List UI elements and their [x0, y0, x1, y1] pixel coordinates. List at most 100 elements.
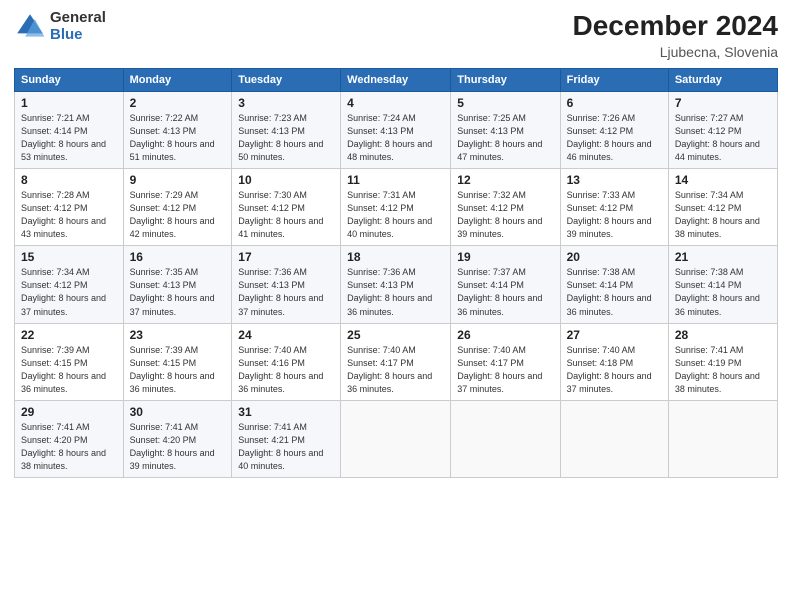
day-number: 20	[567, 250, 662, 264]
day-info: Sunrise: 7:32 AMSunset: 4:12 PMDaylight:…	[457, 190, 542, 239]
day-info: Sunrise: 7:30 AMSunset: 4:12 PMDaylight:…	[238, 190, 323, 239]
calendar-week-row: 29 Sunrise: 7:41 AMSunset: 4:20 PMDaylig…	[15, 400, 778, 477]
calendar-cell: 8 Sunrise: 7:28 AMSunset: 4:12 PMDayligh…	[15, 169, 124, 246]
weekday-header-cell: Friday	[560, 69, 668, 92]
day-info: Sunrise: 7:27 AMSunset: 4:12 PMDaylight:…	[675, 113, 760, 162]
day-number: 1	[21, 96, 117, 110]
calendar-cell: 1 Sunrise: 7:21 AMSunset: 4:14 PMDayligh…	[15, 92, 124, 169]
day-info: Sunrise: 7:25 AMSunset: 4:13 PMDaylight:…	[457, 113, 542, 162]
location: Ljubecna, Slovenia	[573, 44, 778, 60]
calendar-cell: 11 Sunrise: 7:31 AMSunset: 4:12 PMDaylig…	[341, 169, 451, 246]
day-number: 2	[130, 96, 226, 110]
day-info: Sunrise: 7:40 AMSunset: 4:16 PMDaylight:…	[238, 345, 323, 394]
day-number: 19	[457, 250, 553, 264]
day-info: Sunrise: 7:23 AMSunset: 4:13 PMDaylight:…	[238, 113, 323, 162]
day-number: 23	[130, 328, 226, 342]
day-number: 30	[130, 405, 226, 419]
day-info: Sunrise: 7:38 AMSunset: 4:14 PMDaylight:…	[567, 267, 652, 316]
calendar-cell: 22 Sunrise: 7:39 AMSunset: 4:15 PMDaylig…	[15, 323, 124, 400]
calendar-cell: 15 Sunrise: 7:34 AMSunset: 4:12 PMDaylig…	[15, 246, 124, 323]
page-header: General Blue December 2024 Ljubecna, Slo…	[14, 10, 778, 60]
logo: General Blue	[14, 10, 106, 43]
calendar-cell: 17 Sunrise: 7:36 AMSunset: 4:13 PMDaylig…	[232, 246, 341, 323]
calendar-cell: 5 Sunrise: 7:25 AMSunset: 4:13 PMDayligh…	[451, 92, 560, 169]
day-info: Sunrise: 7:37 AMSunset: 4:14 PMDaylight:…	[457, 267, 542, 316]
day-number: 16	[130, 250, 226, 264]
day-number: 31	[238, 405, 334, 419]
calendar-cell: 9 Sunrise: 7:29 AMSunset: 4:12 PMDayligh…	[123, 169, 232, 246]
calendar-cell: 13 Sunrise: 7:33 AMSunset: 4:12 PMDaylig…	[560, 169, 668, 246]
day-number: 8	[21, 173, 117, 187]
page-container: General Blue December 2024 Ljubecna, Slo…	[0, 0, 792, 488]
day-info: Sunrise: 7:41 AMSunset: 4:21 PMDaylight:…	[238, 422, 323, 471]
day-info: Sunrise: 7:26 AMSunset: 4:12 PMDaylight:…	[567, 113, 652, 162]
day-info: Sunrise: 7:34 AMSunset: 4:12 PMDaylight:…	[675, 190, 760, 239]
day-info: Sunrise: 7:40 AMSunset: 4:17 PMDaylight:…	[347, 345, 432, 394]
day-number: 27	[567, 328, 662, 342]
day-number: 17	[238, 250, 334, 264]
day-number: 9	[130, 173, 226, 187]
day-info: Sunrise: 7:34 AMSunset: 4:12 PMDaylight:…	[21, 267, 106, 316]
day-info: Sunrise: 7:36 AMSunset: 4:13 PMDaylight:…	[238, 267, 323, 316]
day-info: Sunrise: 7:40 AMSunset: 4:17 PMDaylight:…	[457, 345, 542, 394]
title-block: December 2024 Ljubecna, Slovenia	[573, 10, 778, 60]
day-number: 3	[238, 96, 334, 110]
calendar-cell: 29 Sunrise: 7:41 AMSunset: 4:20 PMDaylig…	[15, 400, 124, 477]
day-number: 25	[347, 328, 444, 342]
day-info: Sunrise: 7:39 AMSunset: 4:15 PMDaylight:…	[130, 345, 215, 394]
calendar-cell: 20 Sunrise: 7:38 AMSunset: 4:14 PMDaylig…	[560, 246, 668, 323]
day-number: 5	[457, 96, 553, 110]
calendar-week-row: 22 Sunrise: 7:39 AMSunset: 4:15 PMDaylig…	[15, 323, 778, 400]
day-number: 14	[675, 173, 771, 187]
weekday-header-cell: Wednesday	[341, 69, 451, 92]
day-number: 13	[567, 173, 662, 187]
day-number: 10	[238, 173, 334, 187]
calendar-cell	[341, 400, 451, 477]
day-number: 4	[347, 96, 444, 110]
day-info: Sunrise: 7:39 AMSunset: 4:15 PMDaylight:…	[21, 345, 106, 394]
day-info: Sunrise: 7:40 AMSunset: 4:18 PMDaylight:…	[567, 345, 652, 394]
day-number: 12	[457, 173, 553, 187]
day-number: 6	[567, 96, 662, 110]
day-number: 26	[457, 328, 553, 342]
weekday-header-row: SundayMondayTuesdayWednesdayThursdayFrid…	[15, 69, 778, 92]
day-number: 21	[675, 250, 771, 264]
logo-general: General	[50, 10, 106, 27]
calendar-cell: 14 Sunrise: 7:34 AMSunset: 4:12 PMDaylig…	[668, 169, 777, 246]
calendar-cell: 3 Sunrise: 7:23 AMSunset: 4:13 PMDayligh…	[232, 92, 341, 169]
month-title: December 2024	[573, 10, 778, 42]
day-number: 28	[675, 328, 771, 342]
calendar-cell: 4 Sunrise: 7:24 AMSunset: 4:13 PMDayligh…	[341, 92, 451, 169]
day-number: 7	[675, 96, 771, 110]
logo-text: General Blue	[50, 10, 106, 43]
day-info: Sunrise: 7:31 AMSunset: 4:12 PMDaylight:…	[347, 190, 432, 239]
calendar-week-row: 1 Sunrise: 7:21 AMSunset: 4:14 PMDayligh…	[15, 92, 778, 169]
weekday-header-cell: Monday	[123, 69, 232, 92]
calendar-cell: 10 Sunrise: 7:30 AMSunset: 4:12 PMDaylig…	[232, 169, 341, 246]
calendar-table: SundayMondayTuesdayWednesdayThursdayFrid…	[14, 68, 778, 478]
logo-blue: Blue	[50, 27, 106, 44]
calendar-week-row: 15 Sunrise: 7:34 AMSunset: 4:12 PMDaylig…	[15, 246, 778, 323]
calendar-cell: 23 Sunrise: 7:39 AMSunset: 4:15 PMDaylig…	[123, 323, 232, 400]
calendar-cell: 26 Sunrise: 7:40 AMSunset: 4:17 PMDaylig…	[451, 323, 560, 400]
calendar-cell: 12 Sunrise: 7:32 AMSunset: 4:12 PMDaylig…	[451, 169, 560, 246]
calendar-cell	[668, 400, 777, 477]
day-number: 11	[347, 173, 444, 187]
day-info: Sunrise: 7:35 AMSunset: 4:13 PMDaylight:…	[130, 267, 215, 316]
calendar-cell: 28 Sunrise: 7:41 AMSunset: 4:19 PMDaylig…	[668, 323, 777, 400]
calendar-week-row: 8 Sunrise: 7:28 AMSunset: 4:12 PMDayligh…	[15, 169, 778, 246]
calendar-cell: 19 Sunrise: 7:37 AMSunset: 4:14 PMDaylig…	[451, 246, 560, 323]
weekday-header-cell: Tuesday	[232, 69, 341, 92]
calendar-cell: 25 Sunrise: 7:40 AMSunset: 4:17 PMDaylig…	[341, 323, 451, 400]
calendar-cell: 16 Sunrise: 7:35 AMSunset: 4:13 PMDaylig…	[123, 246, 232, 323]
calendar-cell: 21 Sunrise: 7:38 AMSunset: 4:14 PMDaylig…	[668, 246, 777, 323]
calendar-cell: 6 Sunrise: 7:26 AMSunset: 4:12 PMDayligh…	[560, 92, 668, 169]
day-info: Sunrise: 7:21 AMSunset: 4:14 PMDaylight:…	[21, 113, 106, 162]
day-info: Sunrise: 7:36 AMSunset: 4:13 PMDaylight:…	[347, 267, 432, 316]
weekday-header-cell: Sunday	[15, 69, 124, 92]
day-info: Sunrise: 7:28 AMSunset: 4:12 PMDaylight:…	[21, 190, 106, 239]
day-info: Sunrise: 7:41 AMSunset: 4:19 PMDaylight:…	[675, 345, 760, 394]
calendar-cell: 2 Sunrise: 7:22 AMSunset: 4:13 PMDayligh…	[123, 92, 232, 169]
day-number: 15	[21, 250, 117, 264]
calendar-body: 1 Sunrise: 7:21 AMSunset: 4:14 PMDayligh…	[15, 92, 778, 478]
